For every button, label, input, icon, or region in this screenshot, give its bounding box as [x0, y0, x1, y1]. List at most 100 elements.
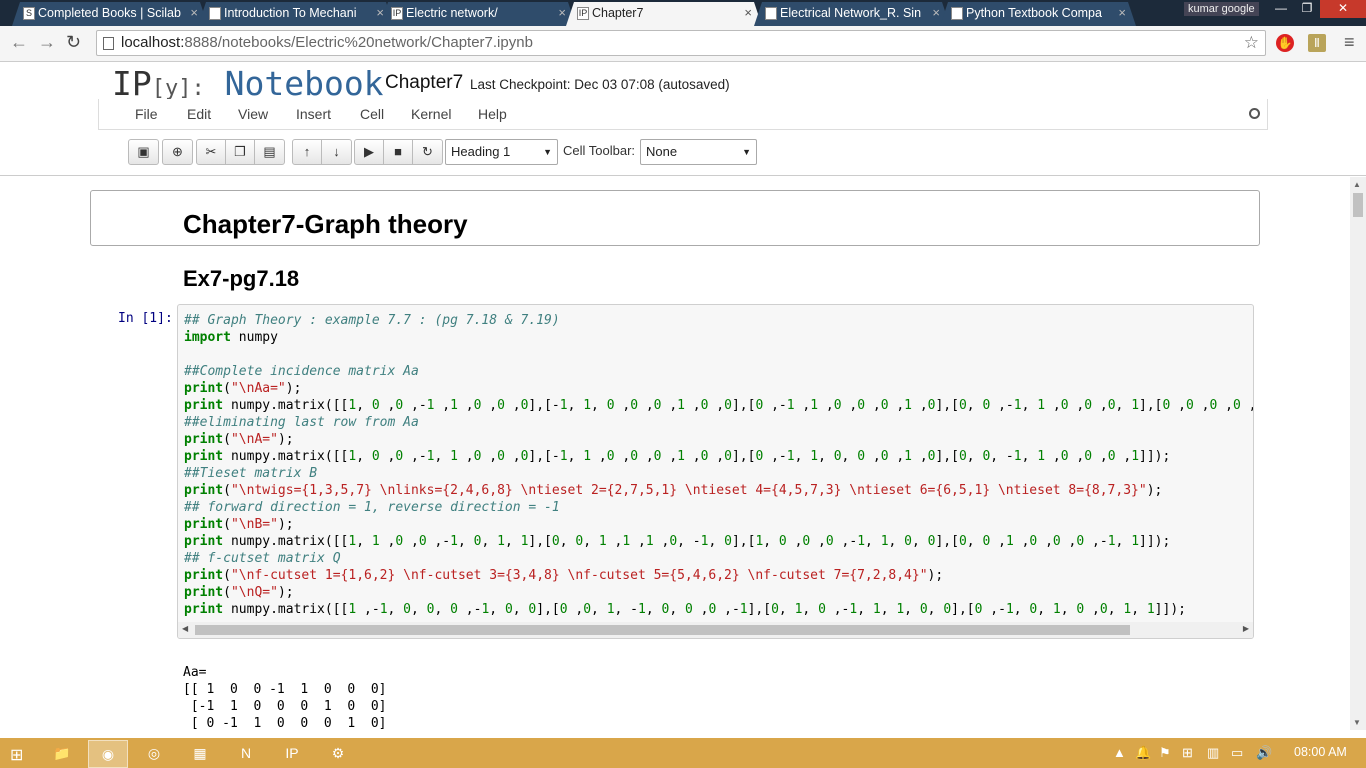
notification-icon[interactable]: 🔔: [1135, 745, 1151, 761]
scilab-favicon-icon: S: [23, 7, 35, 20]
browser-tab-1[interactable]: S Completed Books | Scilab ×: [12, 2, 208, 26]
scroll-left-icon[interactable]: ◀: [182, 624, 188, 633]
tab-title: Electric network/: [406, 6, 498, 20]
menu-bar: File Edit View Insert Cell Kernel Help: [98, 99, 1268, 130]
browser-tab-6[interactable]: Python Textbook Compa ×: [940, 2, 1136, 26]
chrome-menu-icon[interactable]: ≡: [1344, 32, 1355, 53]
insert-cell-icon[interactable]: ⊕: [163, 140, 192, 164]
scrollbar-thumb[interactable]: [195, 625, 1130, 635]
browser-tab-5[interactable]: Electrical Network_R. Sin ×: [754, 2, 950, 26]
ipython-icon[interactable]: IP: [272, 740, 312, 768]
windows-start-icon[interactable]: ⊞: [10, 745, 23, 765]
menu-insert[interactable]: Insert: [296, 106, 331, 122]
page-favicon-icon: [209, 7, 221, 20]
move-down-icon[interactable]: ↓: [322, 140, 351, 164]
bookmark-star-icon[interactable]: ☆: [1244, 31, 1259, 55]
menu-help[interactable]: Help: [478, 106, 507, 122]
browser-tab-3[interactable]: IP Electric network/ ×: [380, 2, 576, 26]
onenote-icon[interactable]: N: [226, 740, 266, 768]
chevron-down-icon: ▼: [742, 147, 751, 157]
minimize-icon[interactable]: —: [1268, 0, 1294, 18]
close-tab-icon[interactable]: ×: [558, 2, 566, 24]
paste-icon[interactable]: ▤: [255, 140, 284, 164]
ipython-logo[interactable]: IP[y]: Notebook: [112, 64, 384, 103]
insert-group: ⊕: [162, 139, 193, 165]
logo-notebook: Notebook: [224, 64, 384, 103]
tab-title: Chapter7: [592, 6, 644, 20]
firefox-icon[interactable]: ◎: [134, 740, 174, 768]
run-icon[interactable]: ▶: [355, 140, 384, 164]
tray-app-icon[interactable]: ▥: [1207, 745, 1219, 761]
cell-output: Aa= [[ 1 0 0 -1 1 0 0 0] [-1 1 0 0 0 1 0…: [183, 665, 387, 730]
windows-icon[interactable]: ⊞: [1182, 745, 1193, 761]
forward-arrow-icon[interactable]: →: [38, 32, 56, 53]
network-app-icon[interactable]: ⚙: [318, 740, 358, 768]
vertical-scrollbar[interactable]: ▲ ▼: [1350, 177, 1366, 730]
code-cell[interactable]: ## Graph Theory : example 7.7 : (pg 7.18…: [177, 304, 1254, 639]
tab-title: Python Textbook Compa: [966, 6, 1102, 20]
browser-toolbar: ← → ↻ localhost:8888/notebooks/Electric%…: [0, 26, 1366, 62]
windows-taskbar: ⊞ 📁 ◉ ◎ ▦ N IP ⚙ ▲ 🔔 ⚑ ⊞ ▥ ▭ 🔊 08:00 AM: [0, 738, 1366, 768]
chrome-icon[interactable]: ◉: [88, 740, 128, 768]
cell-type-value: Heading 1: [451, 144, 511, 159]
cell-toolbar-value: None: [646, 144, 678, 159]
tab-title: Completed Books | Scilab: [38, 6, 181, 20]
heading-cell-selected[interactable]: Chapter7-Graph theory: [90, 190, 1260, 246]
code-text[interactable]: ## Graph Theory : example 7.7 : (pg 7.18…: [184, 312, 1253, 618]
scroll-up-icon[interactable]: ▲: [1353, 180, 1361, 189]
move-up-icon[interactable]: ↑: [293, 140, 322, 164]
input-prompt: In [1]:: [118, 311, 173, 326]
clipboard-group: ✂ ❐ ▤: [196, 139, 285, 165]
back-arrow-icon[interactable]: ←: [10, 32, 28, 53]
cut-icon[interactable]: ✂: [197, 140, 226, 164]
close-tab-icon[interactable]: ×: [1118, 2, 1126, 24]
heading-1: Chapter7-Graph theory: [183, 209, 468, 239]
close-tab-icon[interactable]: ×: [190, 2, 198, 24]
browser-tab-2[interactable]: Introduction To Mechani ×: [198, 2, 394, 26]
logo-y: [y]:: [151, 76, 205, 101]
menu-edit[interactable]: Edit: [187, 106, 211, 122]
menu-kernel[interactable]: Kernel: [411, 106, 451, 122]
terminal-icon[interactable]: ▦: [180, 740, 220, 768]
scroll-right-icon[interactable]: ▶: [1243, 624, 1249, 633]
scroll-down-icon[interactable]: ▼: [1353, 718, 1361, 727]
browser-tabstrip: S Completed Books | Scilab × Introductio…: [0, 0, 1366, 26]
restore-icon[interactable]: ❐: [1294, 0, 1320, 18]
kernel-status-icon: [1249, 108, 1260, 119]
page-favicon-icon: [765, 7, 777, 20]
notebook-body[interactable]: Chapter7-Graph theory Ex7-pg7.18 In [1]:…: [0, 177, 1350, 730]
extension-icon[interactable]: Ⅱ: [1308, 34, 1326, 52]
url-host: localhost:: [121, 34, 185, 51]
menu-view[interactable]: View: [238, 106, 268, 122]
stop-icon[interactable]: ■: [384, 140, 413, 164]
tab-title: Introduction To Mechani: [224, 6, 357, 20]
close-tab-icon[interactable]: ×: [744, 2, 752, 24]
volume-icon[interactable]: 🔊: [1256, 745, 1272, 761]
close-window-icon[interactable]: ✕: [1320, 0, 1366, 18]
save-icon[interactable]: ▣: [129, 140, 158, 164]
cell-type-select[interactable]: Heading 1 ▼: [445, 139, 558, 165]
scrollbar-thumb[interactable]: [1353, 193, 1363, 217]
reload-icon[interactable]: ↻: [66, 32, 81, 53]
copy-icon[interactable]: ❐: [226, 140, 255, 164]
save-group: ▣: [128, 139, 159, 165]
show-hidden-icons-icon[interactable]: ▲: [1113, 745, 1126, 760]
cell-toolbar-select[interactable]: None ▼: [640, 139, 757, 165]
notebook-title[interactable]: Chapter7: [385, 72, 463, 94]
file-explorer-icon[interactable]: 📁: [42, 740, 82, 768]
page-icon: [103, 37, 114, 50]
taskbar-clock[interactable]: 08:00 AM: [1294, 745, 1347, 759]
menu-file[interactable]: File: [135, 106, 158, 122]
ipython-favicon-icon: IP: [578, 8, 588, 18]
close-tab-icon[interactable]: ×: [932, 2, 940, 24]
restart-icon[interactable]: ↻: [413, 140, 442, 164]
browser-tab-4[interactable]: IP Chapter7 ×: [566, 2, 762, 26]
menu-cell[interactable]: Cell: [360, 106, 384, 122]
address-bar[interactable]: localhost:8888/notebooks/Electric%20netw…: [96, 30, 1266, 56]
page-favicon-icon: [951, 7, 963, 20]
adblock-extension-icon[interactable]: ✋: [1276, 34, 1294, 52]
action-center-flag-icon[interactable]: ⚑: [1159, 745, 1171, 761]
power-icon[interactable]: ▭: [1231, 745, 1243, 761]
horizontal-scrollbar[interactable]: ◀ ▶: [178, 622, 1253, 638]
browser-user-name[interactable]: kumar google: [1184, 2, 1259, 16]
